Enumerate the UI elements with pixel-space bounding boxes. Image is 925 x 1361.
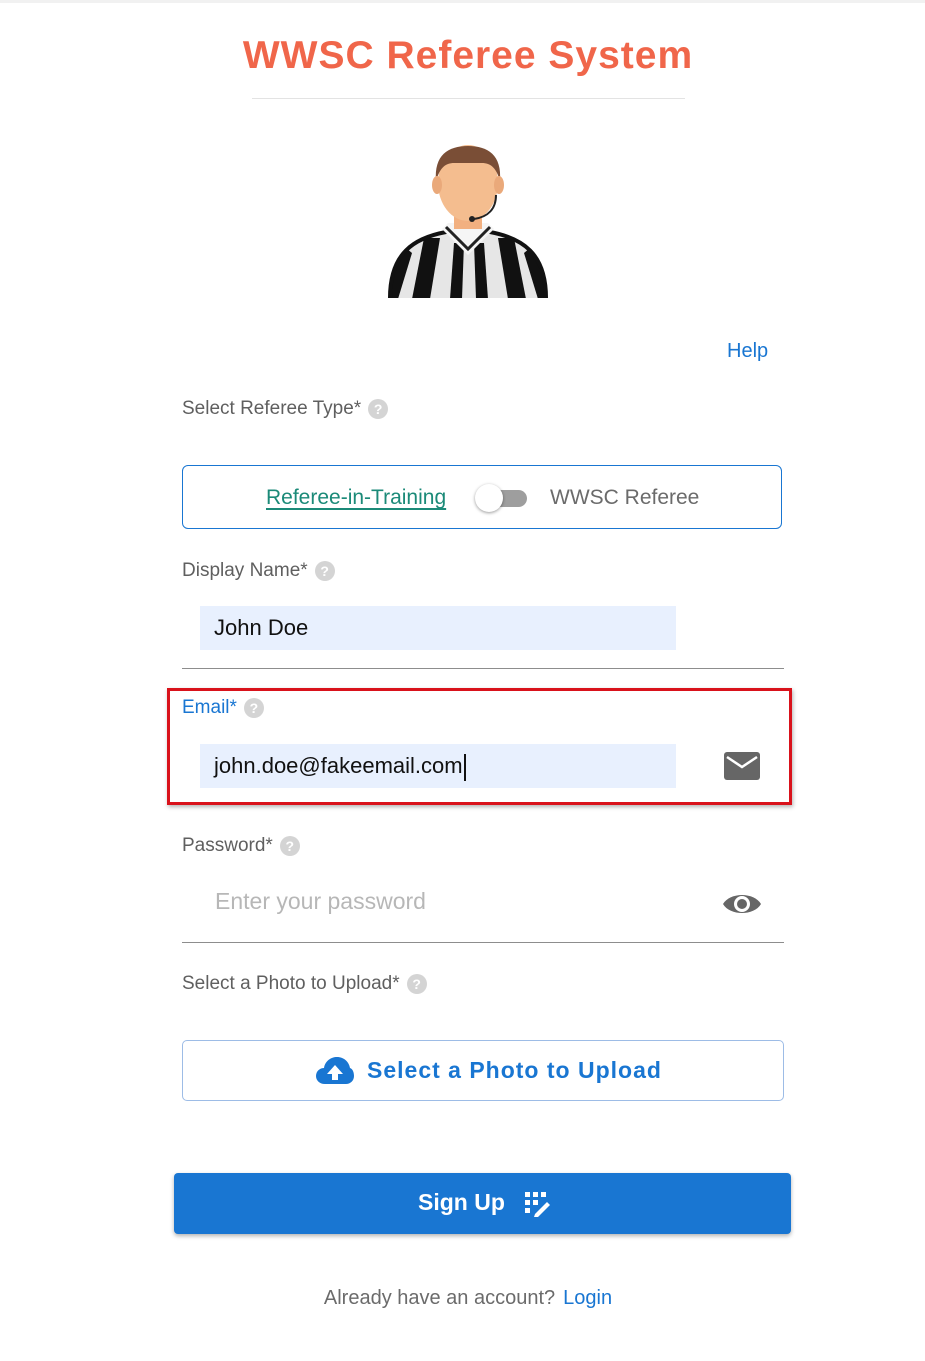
help-circle-icon[interactable]: ? (368, 399, 389, 419)
title-divider (252, 98, 685, 99)
login-prompt-text: Already have an account? (323, 1287, 556, 1309)
sign-up-button[interactable]: Sign Up (174, 1173, 791, 1234)
password-input[interactable]: Enter your password (215, 888, 426, 915)
help-link[interactable]: Help (727, 340, 768, 363)
eye-icon[interactable] (722, 889, 762, 919)
photo-label: Select a Photo to Upload* ? (182, 973, 427, 995)
page-title: WWSC Referee System (242, 34, 694, 77)
top-border (0, 0, 925, 3)
help-circle-icon[interactable]: ? (279, 836, 300, 856)
email-input[interactable]: john.doe@fakeemail.com (200, 744, 676, 788)
login-prompt: Already have an account? Login (0, 1287, 925, 1310)
email-label: Email* ? (182, 697, 264, 719)
wwsc-referee-option[interactable]: WWSC Referee (550, 486, 699, 510)
text-cursor (463, 753, 466, 781)
select-photo-button-label: Select a Photo to Upload (367, 1057, 662, 1083)
password-underline (182, 942, 784, 943)
help-circle-icon[interactable]: ? (243, 698, 264, 718)
email-label-text: Email* (182, 697, 237, 718)
referee-type-label-text: Select Referee Type* (182, 398, 362, 419)
password-label: Password* ? (182, 835, 300, 857)
photo-label-text: Select a Photo to Upload* (182, 973, 400, 994)
help-circle-icon[interactable]: ? (314, 561, 335, 581)
referee-type-selector: Referee-in-Training WWSC Referee (182, 465, 782, 529)
display-name-label-text: Display Name* (182, 560, 308, 581)
email-input-value: john.doe@fakeemail.com (214, 753, 463, 778)
referee-type-switch-thumb[interactable] (475, 484, 503, 512)
display-name-input[interactable]: John Doe (200, 606, 676, 650)
help-circle-icon[interactable]: ? (406, 974, 427, 994)
display-name-underline (182, 668, 784, 669)
referee-type-label: Select Referee Type* ? (182, 398, 389, 420)
sign-up-button-label: Sign Up (418, 1189, 505, 1215)
login-link[interactable]: Login (563, 1287, 612, 1309)
referee-in-training-option[interactable]: Referee-in-Training (266, 486, 446, 510)
mail-icon (724, 752, 760, 780)
referee-avatar (388, 145, 548, 299)
cloud-upload-icon (316, 1057, 354, 1084)
signup-icon (525, 1192, 550, 1217)
display-name-label: Display Name* ? (182, 560, 335, 582)
password-label-text: Password* (182, 835, 273, 856)
select-photo-button[interactable]: Select a Photo to Upload (182, 1040, 784, 1101)
